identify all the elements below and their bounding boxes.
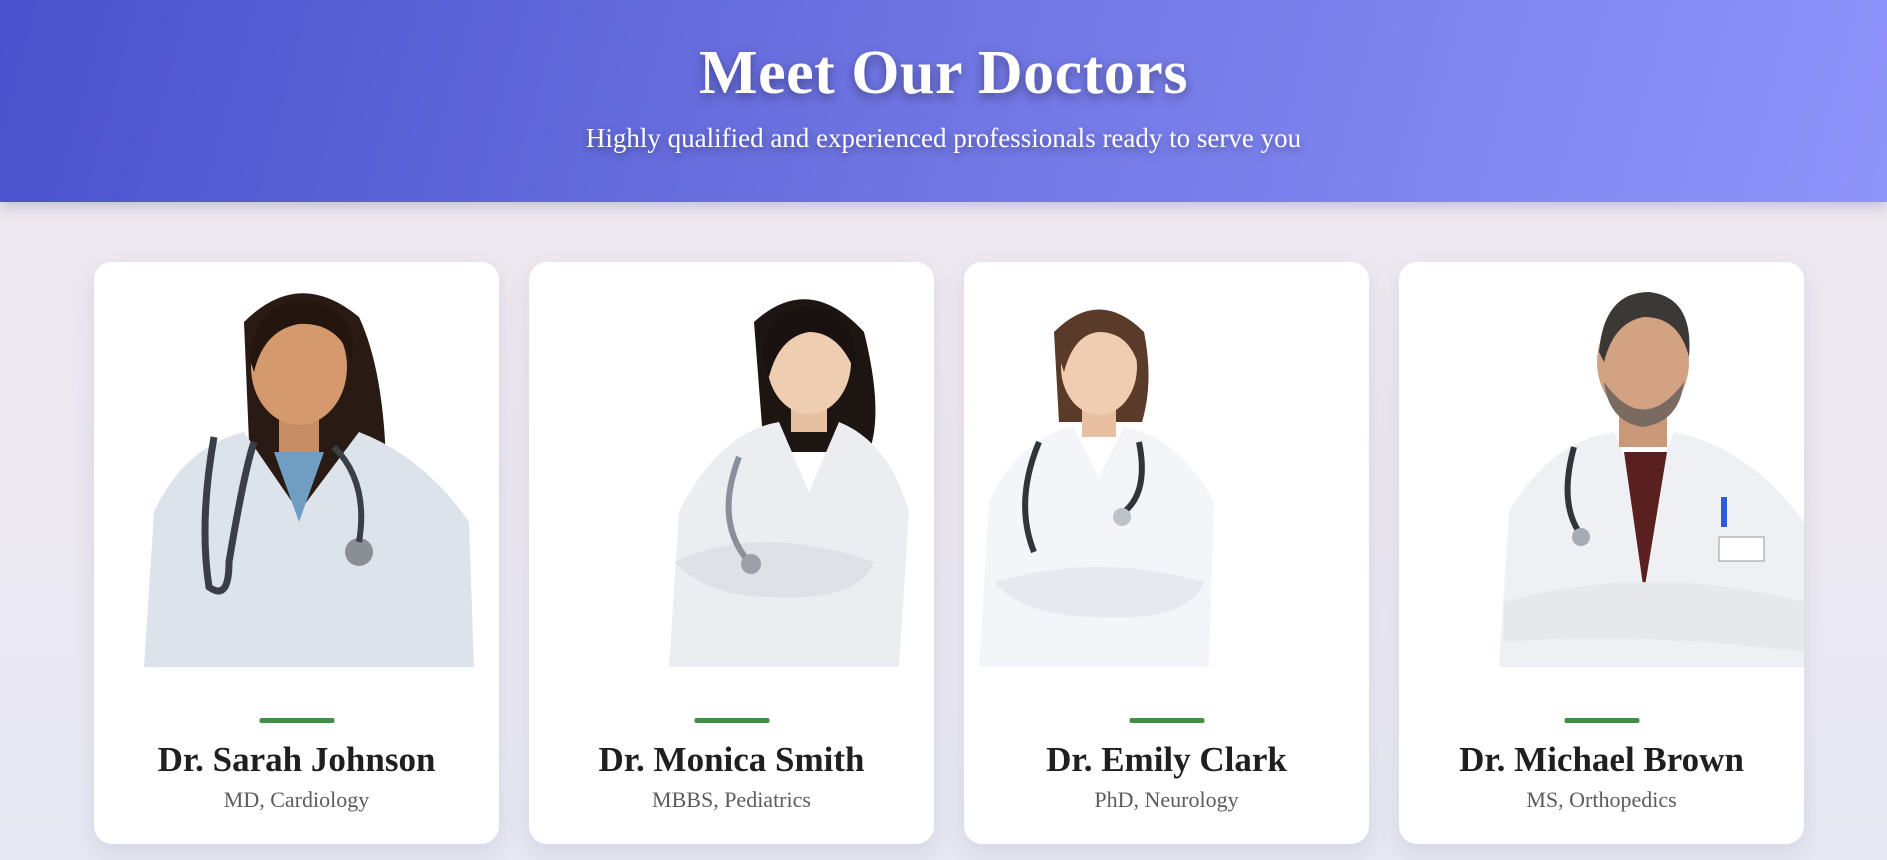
hero-header: Meet Our Doctors Highly qualified and ex… bbox=[0, 0, 1887, 202]
doctor-name: Dr. Sarah Johnson bbox=[157, 740, 436, 779]
doctor-specialty: MD, Cardiology bbox=[223, 787, 370, 812]
doctor-name: Dr. Monica Smith bbox=[598, 740, 865, 779]
doctor-card[interactable]: Dr. Sarah Johnson MD, Cardiology bbox=[94, 262, 499, 844]
doctor-photo bbox=[1399, 262, 1804, 667]
doctor-card-grid: Dr. Sarah Johnson MD, Cardiology Dr. Mon… bbox=[94, 262, 1804, 844]
doctor-card[interactable]: Dr. Michael Brown MS, Orthopedics bbox=[1399, 262, 1804, 844]
doctor-photo bbox=[94, 262, 499, 667]
page-subtitle: Highly qualified and experienced profess… bbox=[585, 123, 1302, 153]
accent-divider bbox=[1564, 718, 1639, 723]
page-title: Meet Our Doctors bbox=[699, 39, 1188, 107]
doctor-specialty: PhD, Neurology bbox=[1094, 787, 1239, 812]
doctor-photo bbox=[964, 262, 1369, 667]
doctor-specialty: MBBS, Pediatrics bbox=[652, 787, 811, 812]
accent-divider bbox=[1129, 718, 1204, 723]
doctor-name: Dr. Michael Brown bbox=[1459, 740, 1744, 779]
doctor-name: Dr. Emily Clark bbox=[1046, 740, 1287, 779]
accent-divider bbox=[694, 718, 769, 723]
doctor-card[interactable]: Dr. Monica Smith MBBS, Pediatrics bbox=[529, 262, 934, 844]
accent-divider bbox=[259, 718, 334, 723]
doctor-specialty: MS, Orthopedics bbox=[1526, 787, 1677, 812]
doctor-photo bbox=[529, 262, 934, 667]
doctor-card[interactable]: Dr. Emily Clark PhD, Neurology bbox=[964, 262, 1369, 844]
